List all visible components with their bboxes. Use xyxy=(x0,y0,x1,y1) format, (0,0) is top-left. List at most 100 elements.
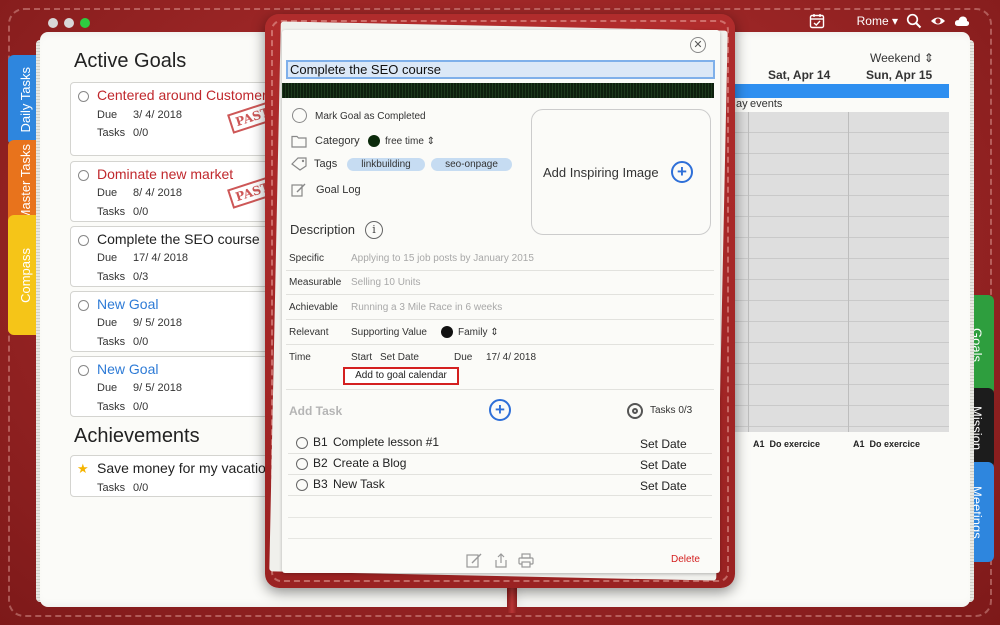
task-name: Do exercice xyxy=(869,439,921,449)
blank-task-line xyxy=(288,517,712,518)
task-name: Complete lesson #1 xyxy=(333,435,440,449)
relevant-color-dot xyxy=(441,326,453,338)
start-date-button[interactable]: Set Date xyxy=(380,352,419,363)
calendar-task[interactable]: A1 Do exercice xyxy=(853,439,920,449)
info-icon[interactable]: i xyxy=(365,221,383,239)
due-label: Due xyxy=(97,317,118,329)
delete-button[interactable]: Delete xyxy=(671,554,700,565)
mark-completed-radio[interactable] xyxy=(292,108,307,123)
start-label: Start xyxy=(351,352,373,363)
calendar-all-day-bar xyxy=(735,84,949,98)
tab-label: Compass xyxy=(17,247,33,303)
tasks-label: Tasks xyxy=(97,336,126,348)
category-color-dot xyxy=(368,135,380,147)
relevant-label: Relevant xyxy=(289,327,329,338)
goal-complete-radio[interactable] xyxy=(78,365,89,376)
goal-card[interactable]: Dominate new market Due 8/ 4/ 2018 Tasks 0… xyxy=(70,161,285,222)
goal-log-link[interactable]: Goal Log xyxy=(316,184,361,196)
due-value: 8/ 4/ 2018 xyxy=(133,187,182,199)
due-value: 9/ 5/ 2018 xyxy=(133,382,182,394)
goal-title-input[interactable] xyxy=(286,60,715,79)
close-modal-button[interactable]: ✕ xyxy=(690,37,706,53)
goal-due: Due 8/ 4/ 2018 xyxy=(97,187,182,199)
task-complete-radio[interactable] xyxy=(296,437,308,449)
task-code: A1 xyxy=(753,439,765,449)
goal-title: Centered around Customer xyxy=(97,87,267,103)
tasks-label: Tasks xyxy=(97,271,126,283)
add-task-plus-icon[interactable]: + xyxy=(489,399,511,421)
goal-card[interactable]: New Goal Due 9/ 5/ 2018 Tasks 0/0 xyxy=(70,291,285,352)
task-row[interactable]: B3 New Task Set Date xyxy=(288,475,712,496)
due-date-value[interactable]: 17/ 4/ 2018 xyxy=(486,352,536,363)
goal-complete-radio[interactable] xyxy=(78,300,89,311)
goal-due: Due 3/ 4/ 2018 xyxy=(97,109,182,121)
tasks-value: 0/3 xyxy=(133,271,149,283)
tab-label: Daily Tasks xyxy=(17,67,33,133)
calendar-mode-selector[interactable]: Weekend ⇕ xyxy=(870,51,934,65)
add-image-plus-icon[interactable]: + xyxy=(671,161,693,183)
due-label: Due xyxy=(97,187,118,199)
achievements-title: Achievements xyxy=(74,425,200,447)
goal-card[interactable]: Complete the SEO course Due 17/ 4/ 2018 T… xyxy=(70,226,285,287)
achievement-title: Save money for my vacation xyxy=(97,460,274,476)
task-date-button[interactable]: Set Date xyxy=(640,458,687,472)
goal-due: Due 9/ 5/ 2018 xyxy=(97,317,182,329)
tag-chip[interactable]: seo-onpage xyxy=(431,158,512,171)
print-icon[interactable] xyxy=(518,553,534,568)
task-row[interactable]: B2 Create a Blog Set Date xyxy=(288,454,712,475)
active-goals-title: Active Goals xyxy=(74,50,187,72)
due-value: 9/ 5/ 2018 xyxy=(133,317,182,329)
goal-card[interactable]: New Goal Due 9/ 5/ 2018 Tasks 0/0 xyxy=(70,356,285,417)
calendar-day-header: Sat, Apr 14 xyxy=(768,68,831,82)
edit-icon[interactable] xyxy=(466,553,482,568)
achievable-input[interactable]: Running a 3 Mile Race in 6 weeks xyxy=(351,302,502,313)
add-image-label: Add Inspiring Image xyxy=(543,165,659,180)
add-to-goal-calendar-button[interactable]: Add to goal calendar xyxy=(343,367,459,385)
task-date-button[interactable]: Set Date xyxy=(640,437,687,451)
tag-chip[interactable]: linkbuilding xyxy=(347,158,425,171)
specific-label: Specific xyxy=(289,253,325,264)
achievement-tasks: Tasks 0/0 xyxy=(97,482,148,494)
calendar-grid[interactable] xyxy=(735,112,949,432)
zoom-window-button[interactable] xyxy=(80,18,90,28)
task-complete-radio[interactable] xyxy=(296,458,308,470)
close-window-button[interactable] xyxy=(48,18,58,28)
star-icon: ★ xyxy=(77,461,89,476)
relevant-select[interactable]: Family ⇕ xyxy=(458,327,499,338)
goal-tasks: Tasks 0/0 xyxy=(97,127,148,139)
goal-tasks: Tasks 0/0 xyxy=(97,401,148,413)
target-icon xyxy=(627,403,643,419)
category-select[interactable]: free time ⇕ xyxy=(385,136,435,147)
specific-input[interactable]: Applying to 15 job posts by January 2015 xyxy=(351,253,534,264)
calendar-check-icon[interactable] xyxy=(809,13,825,29)
share-icon[interactable] xyxy=(493,553,509,568)
field-divider xyxy=(286,270,714,271)
eye-icon[interactable] xyxy=(930,13,946,29)
location-selector[interactable]: Rome ▾ xyxy=(857,14,898,28)
edit-log-icon xyxy=(291,183,307,197)
goal-complete-radio[interactable] xyxy=(78,91,89,102)
minimize-window-button[interactable] xyxy=(64,18,74,28)
achievable-label: Achievable xyxy=(289,302,338,313)
search-icon[interactable] xyxy=(906,13,922,29)
tasks-label: Tasks xyxy=(97,127,126,139)
task-complete-radio[interactable] xyxy=(296,479,308,491)
achievement-card[interactable]: ★ Save money for my vacation Tasks 0/0 xyxy=(70,455,285,497)
tasks-value: 0/0 xyxy=(133,482,149,494)
tags-label: Tags xyxy=(314,158,338,170)
measurable-input[interactable]: Selling 10 Units xyxy=(351,277,420,288)
mark-completed-label: Mark Goal as Completed xyxy=(315,111,426,122)
cloud-icon[interactable] xyxy=(954,13,970,29)
tasks-value: 0/0 xyxy=(133,206,149,218)
goal-tasks: Tasks 0/0 xyxy=(97,336,148,348)
task-date-button[interactable]: Set Date xyxy=(640,479,687,493)
task-name: New Task xyxy=(333,477,385,491)
goal-complete-radio[interactable] xyxy=(78,170,89,181)
goal-complete-radio[interactable] xyxy=(78,235,89,246)
relevant-value: Supporting Value xyxy=(351,327,427,338)
goal-card[interactable]: Centered around Customer Due 3/ 4/ 2018 T… xyxy=(70,82,285,156)
calendar-task[interactable]: A1 Do exercice xyxy=(753,439,820,449)
tasks-count: Tasks 0/3 xyxy=(650,405,693,416)
calendar-events-label: events xyxy=(750,98,783,110)
task-row[interactable]: B1 Complete lesson #1 Set Date xyxy=(288,433,712,454)
